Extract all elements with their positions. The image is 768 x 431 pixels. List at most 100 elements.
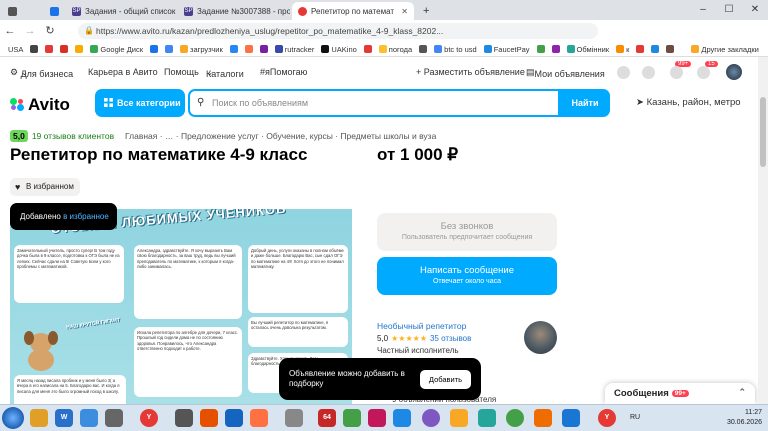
seller-avatar[interactable]: [524, 321, 557, 354]
tab-tasks-list[interactable]: SP Задания - общий список: [66, 2, 176, 20]
forward-arrow-icon[interactable]: →: [20, 21, 40, 41]
bookmark-icon[interactable]: [150, 45, 158, 53]
find-button[interactable]: Найти: [560, 89, 610, 117]
close-window-icon[interactable]: ✕: [742, 0, 768, 20]
start-button-icon[interactable]: [2, 407, 24, 429]
new-tab-button[interactable]: +: [417, 2, 431, 20]
bookmark-exchanger[interactable]: Обмінник: [566, 45, 609, 54]
avito-page: ⚙ Для бизнеса ⌄ Карьера в Авито Помощь К…: [0, 57, 758, 404]
bookmark-faucetpay[interactable]: FaucetPay: [483, 45, 530, 54]
bookmark-youtube-icon[interactable]: [45, 45, 54, 53]
app-icon[interactable]: [478, 409, 496, 427]
bookmark-rutracker[interactable]: rutracker: [274, 45, 314, 54]
app-icon[interactable]: [393, 409, 411, 427]
word-icon[interactable]: W: [55, 409, 73, 427]
search-input[interactable]: ⚲ Поиск по объявлениям: [188, 89, 560, 117]
url-field[interactable]: 🔒 https://www.avito.ru/kazan/predlozheni…: [78, 23, 598, 39]
favorite-button[interactable]: ♥ В избранном: [10, 178, 80, 196]
yandex-browser-icon[interactable]: Y: [140, 409, 158, 427]
help-link[interactable]: Помощь: [164, 67, 199, 77]
app-icon[interactable]: [80, 409, 98, 427]
messages-icon[interactable]: [670, 66, 683, 79]
notifications-bell-icon[interactable]: [642, 66, 655, 79]
app-icon[interactable]: [450, 409, 468, 427]
system-clock[interactable]: 11:27 30.06.2026: [727, 408, 762, 428]
cart-icon[interactable]: [697, 66, 710, 79]
bookmark-usa[interactable]: USA: [8, 45, 23, 54]
favorites-heart-icon[interactable]: [617, 66, 630, 79]
bookmark-google-drive[interactable]: Google Диск: [90, 45, 143, 54]
yandex-browser-icon[interactable]: Y: [598, 409, 616, 427]
bookmark-k[interactable]: к: [616, 45, 629, 54]
favorites-link[interactable]: в избранное: [63, 212, 109, 221]
for-business-link[interactable]: ⚙ Для бизнеса ⌄: [10, 67, 73, 79]
tab-active-avito[interactable]: Репетитор по математ ✕: [292, 2, 414, 20]
minimize-window-icon[interactable]: –: [690, 0, 716, 20]
add-to-collection-button[interactable]: Добавить: [420, 370, 471, 389]
app-64-icon[interactable]: 64: [318, 409, 336, 427]
bookmark-icon[interactable]: [636, 45, 645, 53]
bookmark-vk-icon[interactable]: [229, 45, 238, 53]
app-icon[interactable]: [225, 409, 243, 427]
avito-logo[interactable]: Avito: [10, 95, 70, 115]
all-categories-button[interactable]: Все категории: [95, 89, 185, 117]
catalogs-link[interactable]: Каталоги ⌄: [206, 67, 244, 79]
tab-task-3007388[interactable]: SP Задание №3007388 - про: [178, 2, 290, 20]
location-selector[interactable]: ➤ Казань, район, метро: [636, 97, 741, 108]
reload-icon[interactable]: ↻: [40, 21, 60, 41]
media-player-icon[interactable]: [250, 409, 268, 427]
app-icon[interactable]: [562, 409, 580, 427]
file-explorer-icon[interactable]: [30, 409, 48, 427]
rating-badge: 5,0: [10, 130, 28, 142]
bookmark-icon[interactable]: [75, 45, 84, 53]
tab-pinned-2[interactable]: [44, 2, 64, 20]
app-icon[interactable]: [368, 409, 386, 427]
seller-reviews-link[interactable]: 35 отзывов: [430, 334, 471, 343]
other-bookmarks-folder[interactable]: Другие закладки: [691, 45, 759, 54]
app-icon[interactable]: [534, 409, 552, 427]
bookmark-icon[interactable]: [551, 45, 560, 53]
chevron-up-icon[interactable]: ⌃: [738, 387, 746, 398]
bookmark-icon[interactable]: [666, 45, 675, 53]
i-help-link[interactable]: #яПомогаю: [260, 67, 307, 77]
language-indicator[interactable]: RU: [630, 414, 640, 421]
tab-pinned-1[interactable]: [2, 2, 22, 20]
bookmark-weather[interactable]: погода: [378, 45, 412, 54]
bookmark-icon[interactable]: [536, 45, 545, 53]
bookmark-downloader[interactable]: загрузчик: [180, 45, 223, 54]
app-icon[interactable]: [175, 409, 193, 427]
bookmark-btc-to-usd[interactable]: btc to usd: [434, 45, 477, 54]
bookmark-icon[interactable]: [259, 45, 268, 53]
clock-date: 30.06.2026: [726, 419, 762, 426]
scroll-thumb[interactable]: [760, 97, 766, 167]
app-icon[interactable]: [285, 409, 303, 427]
bookmark-icon[interactable]: [363, 45, 372, 53]
no-calls-button[interactable]: Без звонков Пользователь предпочитает со…: [377, 213, 557, 251]
messages-panel[interactable]: Сообщения 99+ ⌃: [605, 383, 755, 404]
listing-price: от 1 000 ₽: [377, 145, 459, 164]
bookmark-icon[interactable]: [165, 45, 173, 53]
app-icon[interactable]: [343, 409, 361, 427]
maximize-window-icon[interactable]: ☐: [716, 0, 742, 20]
app-icon[interactable]: [506, 409, 524, 427]
bookmark-uakino[interactable]: UAKino: [321, 45, 357, 54]
career-link[interactable]: Карьера в Авито: [88, 67, 158, 77]
client-reviews-link[interactable]: 19 отзывов клиентов: [32, 131, 114, 141]
app-icon[interactable]: [200, 409, 218, 427]
bookmark-icon[interactable]: [651, 45, 660, 53]
user-avatar[interactable]: [726, 64, 742, 80]
write-message-button[interactable]: Написать сообщение Отвечает около часа: [377, 257, 557, 295]
bookmark-icon[interactable]: [244, 45, 253, 53]
back-arrow-icon[interactable]: ←: [0, 21, 20, 41]
post-ad-link[interactable]: + Разместить объявление: [416, 67, 525, 77]
page-scrollbar[interactable]: [758, 57, 768, 404]
viber-icon[interactable]: [422, 409, 440, 427]
close-tab-icon[interactable]: ✕: [401, 7, 408, 16]
app-icon[interactable]: [105, 409, 123, 427]
bookmark-icon[interactable]: [419, 45, 428, 53]
my-ads-link[interactable]: ▤ Мои объявления: [526, 67, 605, 79]
bookmark-icon[interactable]: [30, 45, 39, 53]
bookmark-gmail-icon[interactable]: [60, 45, 69, 53]
breadcrumb[interactable]: Главная · … · Предложение услуг · Обучен…: [125, 131, 436, 141]
no-calls-sublabel: Пользователь предпочитает сообщения: [401, 234, 533, 241]
